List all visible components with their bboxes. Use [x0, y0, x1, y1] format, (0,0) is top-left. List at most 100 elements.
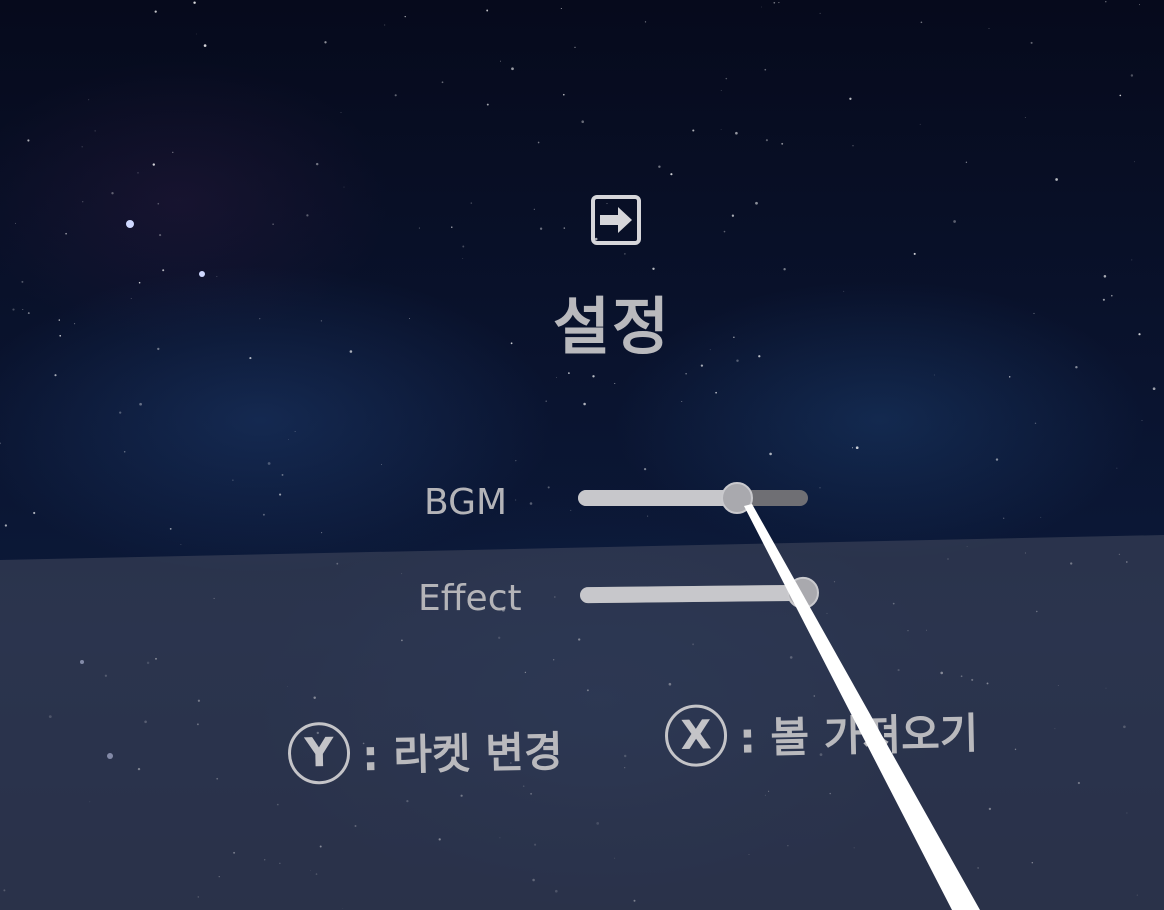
star: [499, 60, 501, 62]
star: [1105, 1, 1107, 3]
star: [953, 220, 956, 223]
star: [560, 8, 562, 9]
star: [1102, 298, 1105, 301]
star: [404, 16, 406, 18]
star: [583, 402, 586, 406]
star: [731, 214, 735, 217]
star: [65, 232, 67, 235]
star: [574, 46, 576, 49]
page-title: 설정: [552, 290, 672, 363]
star: [349, 350, 353, 353]
exit-icon: [591, 195, 641, 245]
star: [919, 123, 921, 125]
star: [644, 21, 647, 23]
star: [12, 308, 15, 311]
star: [94, 130, 96, 132]
star: [783, 268, 786, 271]
star: [180, 543, 182, 545]
star: [995, 458, 999, 461]
star: [4, 524, 8, 527]
slider-thumb[interactable]: [720, 482, 753, 514]
star: [592, 375, 595, 378]
effect-slider[interactable]: [579, 576, 820, 610]
star: [965, 161, 968, 163]
star: [849, 97, 852, 100]
y-button-icon: Y: [287, 721, 351, 785]
star: [529, 502, 533, 505]
star: [720, 90, 722, 91]
bgm-slider[interactable]: [578, 482, 808, 514]
star: [562, 93, 565, 96]
star: [614, 383, 616, 385]
star: [765, 139, 768, 142]
star: [515, 460, 517, 462]
star: [570, 509, 572, 511]
star: [315, 162, 319, 166]
star: [172, 151, 174, 153]
star: [515, 499, 517, 501]
star: [1138, 333, 1141, 336]
star: [288, 439, 289, 440]
star: [545, 400, 547, 402]
star: [556, 376, 557, 378]
star: [232, 479, 234, 481]
star: [137, 172, 139, 174]
x-button-icon: X: [664, 703, 728, 768]
hint-change-racket: Y : 라켓 변경: [287, 717, 563, 785]
star: [652, 267, 655, 270]
star: [563, 227, 566, 229]
star: [59, 334, 62, 337]
vr-scene: 설정 BGM Effect Y : 라켓 변경 X : 볼 가져오기: [0, 0, 1164, 910]
star: [1003, 517, 1005, 519]
star: [123, 450, 126, 453]
star: [324, 41, 327, 44]
star: [470, 202, 473, 204]
star: [462, 258, 464, 259]
star: [1131, 259, 1133, 261]
star: [764, 68, 767, 71]
star: [761, 6, 763, 8]
star: [74, 323, 76, 325]
hint-text: : 볼 가져오기: [738, 708, 979, 763]
star: [162, 269, 165, 272]
star: [624, 253, 626, 255]
star: [451, 226, 453, 228]
star: [1075, 365, 1078, 369]
star: [988, 28, 990, 29]
exit-button[interactable]: [588, 194, 644, 246]
star: [1130, 74, 1134, 77]
star: [852, 145, 854, 147]
star: [1034, 422, 1037, 424]
slider-fill: [579, 584, 804, 604]
star: [267, 462, 271, 465]
star: [381, 464, 382, 465]
star: [203, 44, 207, 47]
star: [715, 391, 717, 394]
star: [139, 402, 142, 406]
star: [33, 511, 36, 515]
slider-thumb[interactable]: [786, 576, 820, 610]
star: [511, 67, 514, 71]
star: [281, 473, 284, 476]
star: [409, 318, 410, 319]
star: [249, 357, 252, 360]
star: [340, 112, 342, 113]
star: [819, 487, 821, 489]
star: [533, 208, 535, 210]
star: [321, 532, 323, 534]
star: [169, 528, 172, 530]
star: [1055, 178, 1058, 181]
star: [27, 139, 30, 142]
star: [272, 223, 274, 225]
star: [157, 347, 160, 351]
star: [418, 227, 420, 229]
star: [1030, 41, 1033, 44]
star: [320, 320, 323, 322]
slider-fill: [578, 490, 737, 506]
star: [88, 99, 90, 101]
hint-text: : 라켓 변경: [361, 726, 564, 780]
star: [720, 129, 722, 131]
star: [539, 227, 543, 230]
star: [262, 513, 265, 516]
hint-fetch-ball: X : 볼 가져오기: [664, 699, 979, 768]
